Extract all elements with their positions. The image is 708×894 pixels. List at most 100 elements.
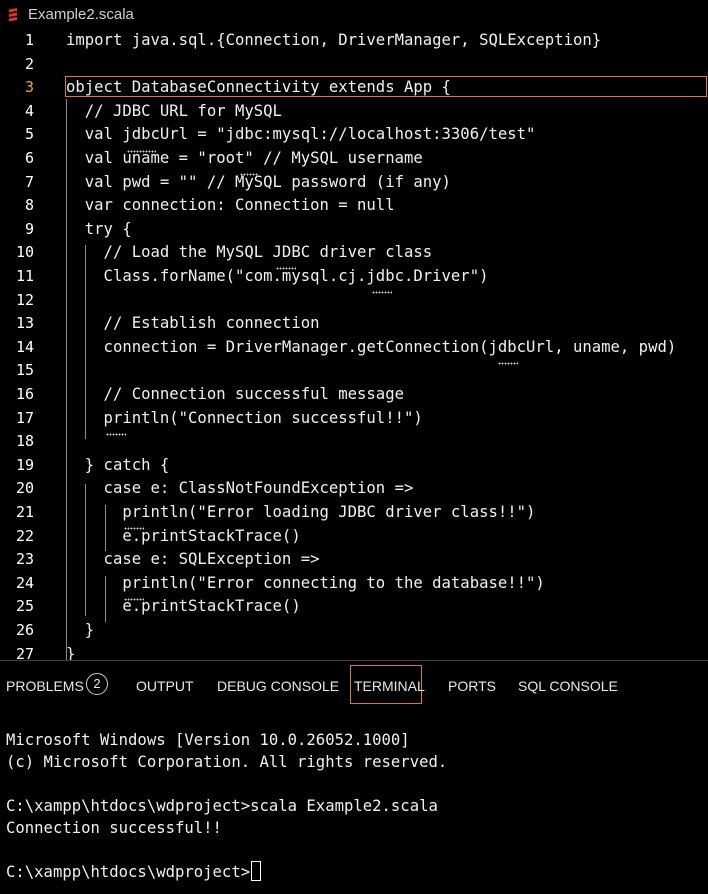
tab-debug-console[interactable]: DEBUG CONSOLE [217,678,339,694]
editor-tab-bar: Example2.scala [0,0,708,29]
code-text: } catch { [66,455,170,474]
code-text: // JDBC URL for MySQL [66,101,282,120]
spellcheck-squiggle [124,598,144,601]
code-line[interactable]: 22 e.printStackTrace() [0,525,708,548]
code-line[interactable]: 1 import java.sql.{Connection, DriverMana… [0,29,708,52]
line-number: 23 [15,550,34,569]
code-line[interactable]: 19 } catch { [0,454,708,477]
terminal-text: (c) Microsoft Corporation. All rights re… [6,753,448,771]
code-line[interactable]: 17 println("Connection successful!!") [0,407,708,430]
line-number: 8 [24,196,34,215]
spellcheck-squiggle [127,150,156,153]
code-line[interactable]: 26 } [0,619,708,642]
terminal-prompt: C:\xampp\htdocs\wdproject> [6,861,262,883]
tab-sql-console[interactable]: SQL CONSOLE [518,678,618,694]
line-number: 2 [24,54,34,73]
code-text: e.printStackTrace() [66,597,301,616]
bottom-panel: PROBLEMS 2 OUTPUT DEBUG CONSOLE TERMINAL… [0,660,708,894]
tab-terminal[interactable]: TERMINAL [354,678,425,694]
spellcheck-squiggle [276,267,296,270]
code-text: case e: SQLException => [66,550,320,569]
line-number: 16 [15,385,34,403]
line-number: 4 [24,101,34,120]
code-text: val pwd = "" // MySQL password (if any) [66,172,451,191]
code-text: println("Connection successful!!") [66,408,423,427]
code-editor[interactable]: 1 import java.sql.{Connection, DriverMana… [0,29,708,660]
code-line[interactable]: 13 // Establish connection [0,312,708,335]
code-line[interactable]: 4 // JDBC URL for MySQL [0,100,708,123]
tab-output[interactable]: OUTPUT [136,678,194,694]
spellcheck-squiggle [498,362,518,365]
line-number: 25 [15,597,34,616]
code-line[interactable]: 9 try { [0,218,708,241]
terminal-line: Microsoft Windows [Version 10.0.26052.10… [6,729,410,751]
line-number: 19 [15,455,34,474]
tab-filename: Example2.scala [28,6,134,23]
code-line[interactable]: 25 e.printStackTrace() [0,595,708,618]
line-number: 12 [15,290,34,309]
line-number: 11 [15,267,34,285]
terminal-line: C:\xampp\htdocs\wdproject>scala Example2… [6,795,438,817]
code-line[interactable]: 2 [0,53,708,76]
terminal-text: Connection successful!! [6,819,222,837]
code-line[interactable]: 14 connection = DriverManager.getConnect… [0,336,708,359]
spellcheck-squiggle [372,291,392,294]
line-number: 5 [24,125,34,144]
problems-count-badge: 2 [86,673,108,695]
code-line[interactable]: 20 case e: ClassNotFoundException => [0,477,708,500]
line-number: 13 [15,314,34,333]
spellcheck-squiggle [106,433,126,436]
line-number: 22 [15,526,34,545]
line-number: 1 [24,31,34,49]
code-line[interactable]: 10 // Load the MySQL JDBC driver class [0,241,708,264]
code-text: val uname = "root" // MySQL username [66,149,423,167]
code-line[interactable]: 24 println("Error connecting to the data… [0,572,708,595]
code-line[interactable]: 8 var connection: Connection = null [0,194,708,217]
code-text: println("Error connecting to the databas… [66,573,545,592]
line-number: 17 [15,408,34,427]
code-line[interactable]: 15 [0,359,708,382]
spellcheck-squiggle [124,527,144,530]
line-number: 6 [24,149,34,167]
tab-example2-scala[interactable]: Example2.scala [0,0,144,29]
code-text: // Load the MySQL JDBC driver class [66,243,433,262]
code-line[interactable]: 7 val pwd = "" // MySQL password (if any… [0,171,708,194]
line-number: 15 [15,361,34,380]
code-text: object DatabaseConnectivity extends App … [66,78,451,97]
code-line[interactable]: 21 println("Error loading JDBC driver cl… [0,501,708,524]
code-text: } [66,621,95,639]
terminal-cursor [251,861,262,881]
code-line[interactable]: 6 val uname = "root" // MySQL username [0,147,708,170]
code-line[interactable]: 5 val jdbcUrl = "jdbc:mysql://localhost:… [0,123,708,146]
code-text: // Connection successful message [66,385,404,403]
tab-ports[interactable]: PORTS [448,678,496,694]
spellcheck-squiggle [240,173,258,176]
code-text: // Establish connection [66,314,320,333]
line-number: 3 [24,78,34,97]
terminal-line: Connection successful!! [6,817,222,839]
code-text: try { [66,219,132,238]
line-number: 27 [15,644,34,660]
terminal-text: Microsoft Windows [Version 10.0.26052.10… [6,731,410,749]
code-line[interactable]: 16 // Connection successful message [0,383,708,406]
terminal-line: (c) Microsoft Corporation. All rights re… [6,751,447,773]
line-number: 10 [15,243,34,262]
line-number: 9 [24,219,34,238]
code-line[interactable]: 27} [0,643,708,660]
line-number: 24 [15,573,34,592]
code-text: println("Error loading JDBC driver class… [66,503,536,521]
code-text: import java.sql.{Connection, DriverManag… [66,31,602,49]
line-number: 14 [15,337,34,356]
scala-file-icon [8,7,18,22]
terminal-text: C:\xampp\htdocs\wdproject> [6,863,251,881]
line-number: 26 [15,621,34,639]
line-number: 21 [15,503,34,521]
code-line[interactable]: 11 Class.forName("com.mysql.cj.jdbc.Driv… [0,265,708,288]
terminal-text: C:\xampp\htdocs\wdproject>scala Example2… [6,797,438,815]
line-number: 7 [24,172,34,191]
code-line[interactable]: 12 [0,289,708,312]
tab-problems[interactable]: PROBLEMS [6,678,84,694]
code-line[interactable]: 3 object DatabaseConnectivity extends App… [0,76,708,99]
code-text: case e: ClassNotFoundException => [66,479,414,498]
code-line[interactable]: 23 case e: SQLException => [0,548,708,571]
